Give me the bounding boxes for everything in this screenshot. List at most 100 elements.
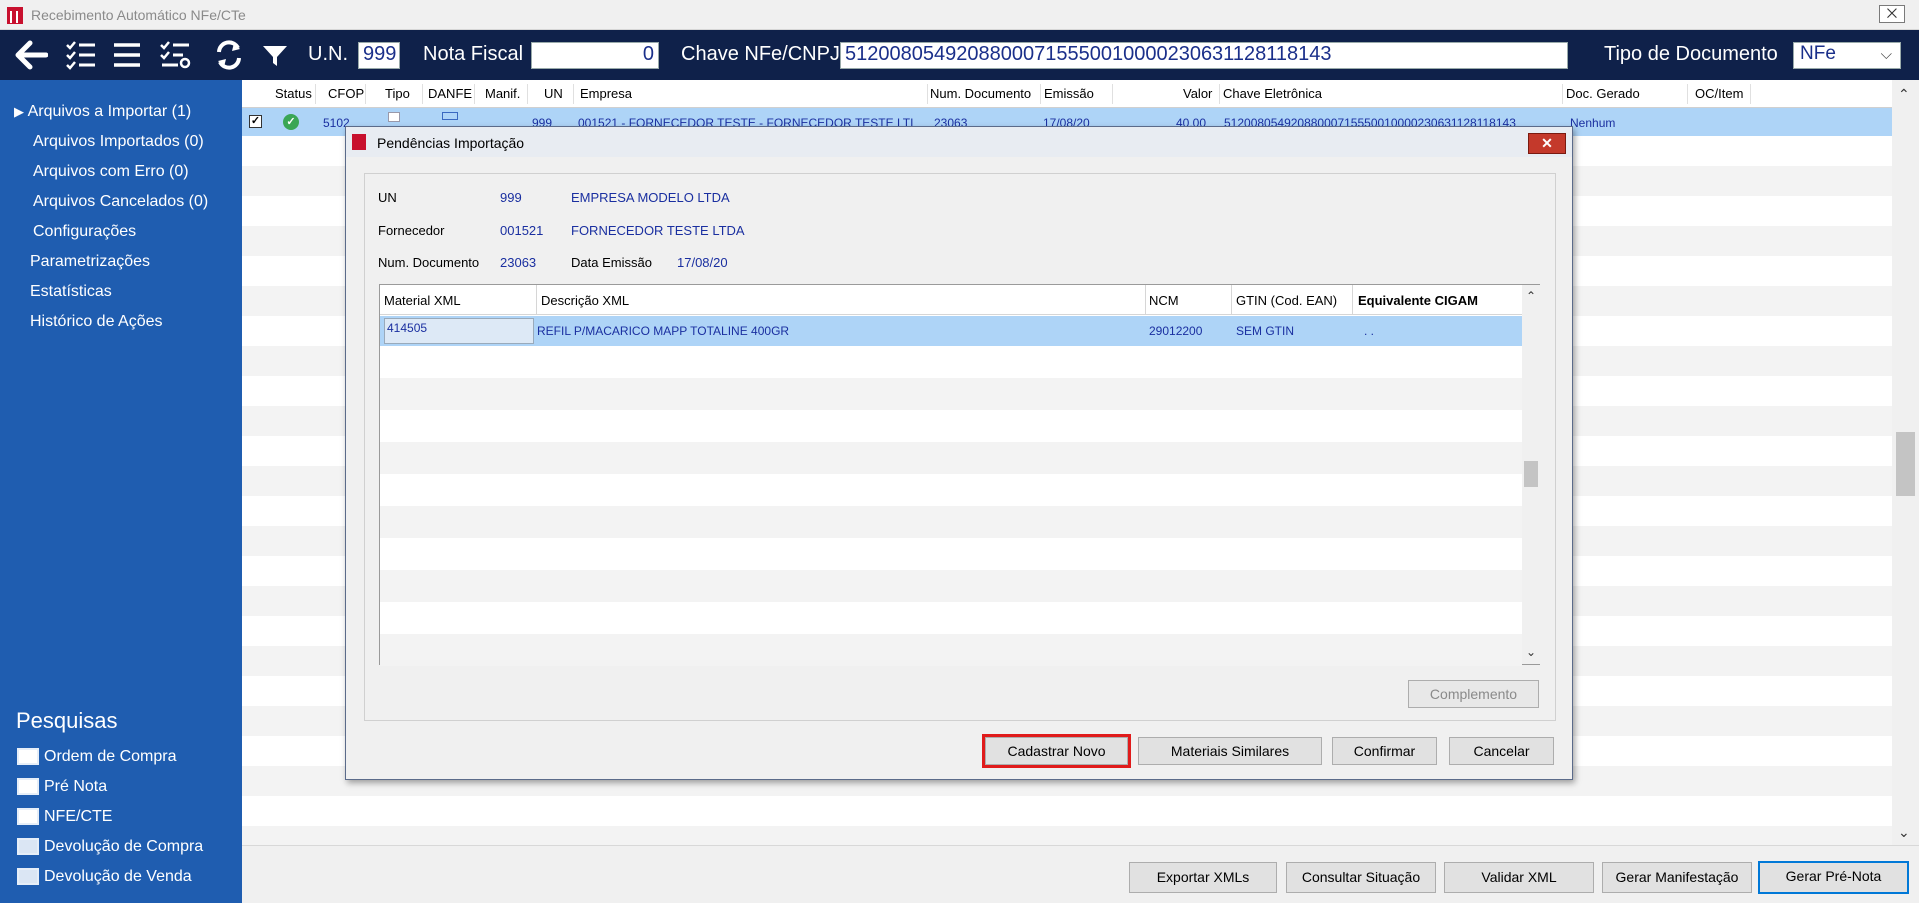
un-input[interactable]: 999 xyxy=(358,42,400,69)
sidebar-item-parametrizacoes[interactable]: Parametrizações xyxy=(30,253,150,271)
col-gtin[interactable]: GTIN (Cod. EAN) xyxy=(1236,293,1337,308)
dialog-logo-icon xyxy=(352,134,366,150)
sidebar-item-historico[interactable]: Histórico de Ações xyxy=(30,313,163,331)
col-status[interactable]: Status xyxy=(275,86,312,101)
exportar-xmls-button[interactable]: Exportar XMLs xyxy=(1129,862,1277,893)
sidebar-item-estatisticas[interactable]: Estatísticas xyxy=(30,283,112,301)
col-ncm[interactable]: NCM xyxy=(1149,293,1179,308)
material-xml-cell-editor[interactable]: 414505 xyxy=(384,318,534,344)
col-num-documento[interactable]: Num. Documento xyxy=(930,86,1031,101)
purchase-order-icon xyxy=(17,748,39,765)
scroll-down-icon[interactable]: ⌄ xyxy=(1898,824,1910,841)
col-emissao[interactable]: Emissão xyxy=(1044,86,1094,101)
menu-icon[interactable] xyxy=(110,38,144,72)
col-descricao-xml[interactable]: Descrição XML xyxy=(541,293,629,308)
consultar-situacao-button[interactable]: Consultar Situação xyxy=(1286,862,1436,893)
printer-icon[interactable] xyxy=(442,112,458,120)
fornecedor-label: Fornecedor xyxy=(378,223,445,238)
filter-icon[interactable] xyxy=(258,38,292,72)
pendencias-dialog: Pendências Importação ✕ UN 999 EMPRESA M… xyxy=(345,126,1573,780)
cancelar-button[interactable]: Cancelar xyxy=(1449,737,1554,765)
material-xml-value: 414505 xyxy=(387,321,428,335)
checklist-icon[interactable] xyxy=(64,38,98,72)
col-valor[interactable]: Valor xyxy=(1183,86,1212,101)
window-close-button[interactable]: ⨉ xyxy=(1879,5,1905,23)
fornecedor-code: 001521 xyxy=(500,223,544,238)
chevron-down-icon: ⌵ xyxy=(1880,46,1892,63)
scrollbar-thumb[interactable] xyxy=(1896,432,1915,496)
chave-label: Chave NFe/CNPJ xyxy=(681,43,840,65)
sidebar-item-configuracoes[interactable]: Configurações xyxy=(33,223,136,241)
confirmar-button[interactable]: Confirmar xyxy=(1332,737,1437,765)
gerar-pre-nota-button[interactable]: Gerar Pré-Nota xyxy=(1758,861,1909,894)
sidebar-item-label: Arquivos a Importar (1) xyxy=(27,103,192,120)
pesquisa-ordem-compra[interactable]: Ordem de Compra xyxy=(44,748,177,766)
fornecedor-name: FORNECEDOR TESTE LTDA xyxy=(571,223,745,238)
gtin-value: SEM GTIN xyxy=(1236,324,1295,338)
bottom-button-bar: Exportar XMLs Consultar Situação Validar… xyxy=(242,845,1919,903)
data-emissao-value: 17/08/20 xyxy=(677,255,728,270)
col-equivalente-cigam[interactable]: Equivalente CIGAM xyxy=(1358,293,1478,308)
filter-list-icon[interactable] xyxy=(158,38,192,72)
pesquisa-devolucao-compra[interactable]: Devolução de Compra xyxy=(44,838,203,856)
col-tipo[interactable]: Tipo xyxy=(385,86,410,101)
col-danfe[interactable]: DANFE xyxy=(428,86,472,101)
row-checkbox[interactable]: ✓ xyxy=(249,115,262,128)
pendencias-grid: Material XML Descrição XML NCM GTIN (Cod… xyxy=(379,284,1540,666)
pesquisa-nfe-cte[interactable]: NFE/CTE xyxy=(44,808,112,826)
sidebar-item-arquivos-erro[interactable]: Arquivos com Erro (0) xyxy=(33,163,189,181)
nota-fiscal-label: Nota Fiscal xyxy=(423,43,524,65)
dialog-close-button[interactable]: ✕ xyxy=(1528,133,1566,154)
grid-header: Status CFOP Tipo DANFE Manif. UN Empresa… xyxy=(242,80,1892,108)
col-material-xml[interactable]: Material XML xyxy=(384,293,461,308)
nfe-cte-icon xyxy=(17,808,39,825)
scroll-down-icon[interactable]: ⌄ xyxy=(1526,645,1536,659)
col-un[interactable]: UN xyxy=(544,86,563,101)
equivalente-cigam-value[interactable]: . . xyxy=(1364,324,1374,338)
col-oc-item[interactable]: OC/Item xyxy=(1695,86,1743,101)
pesquisas-heading: Pesquisas xyxy=(16,708,118,733)
validar-xml-button[interactable]: Validar XML xyxy=(1444,862,1594,893)
col-cfop[interactable]: CFOP xyxy=(328,86,364,101)
un-label: UN xyxy=(378,190,397,205)
status-ok-icon: ✓ xyxy=(283,114,299,130)
chave-input[interactable]: 5120080549208800071555001000023063112811… xyxy=(840,42,1568,69)
back-arrow-icon[interactable] xyxy=(14,38,49,72)
scroll-up-icon[interactable]: ⌃ xyxy=(1526,289,1536,303)
col-empresa[interactable]: Empresa xyxy=(580,86,632,101)
pendencia-row[interactable]: 414505 REFIL P/MACARICO MAPP TOTALINE 40… xyxy=(380,316,1522,346)
sidebar-item-arquivos-importados[interactable]: Arquivos Importados (0) xyxy=(33,133,204,151)
scroll-up-icon[interactable]: ⌃ xyxy=(1898,86,1910,103)
col-manif[interactable]: Manif. xyxy=(485,86,520,101)
sidebar-item-arquivos-importar[interactable]: ▶ Arquivos a Importar (1) xyxy=(14,103,191,121)
gerar-manifestacao-button[interactable]: Gerar Manifestação xyxy=(1602,862,1752,893)
col-chave[interactable]: Chave Eletrônica xyxy=(1223,86,1322,101)
data-emissao-label: Data Emissão xyxy=(571,255,652,270)
materiais-similares-button[interactable]: Materiais Similares xyxy=(1138,737,1322,765)
tipo-documento-value: NFe xyxy=(1800,43,1836,64)
complemento-button[interactable]: Complemento xyxy=(1408,680,1539,708)
pendencias-grid-header: Material XML Descrição XML NCM GTIN (Cod… xyxy=(380,285,1522,315)
scrollbar-thumb[interactable] xyxy=(1524,461,1538,487)
window-title: Recebimento Automático NFe/CTe xyxy=(31,7,246,23)
refresh-icon[interactable] xyxy=(212,38,246,72)
document-icon[interactable] xyxy=(388,112,400,122)
pesquisa-pre-nota[interactable]: Pré Nota xyxy=(44,778,107,796)
un-code: 999 xyxy=(500,190,522,205)
pendencias-scrollbar[interactable]: ⌃ ⌄ xyxy=(1522,285,1540,664)
col-doc-gerado[interactable]: Doc. Gerado xyxy=(1566,86,1640,101)
dialog-titlebar: Pendências Importação ✕ xyxy=(346,127,1572,157)
main-scrollbar[interactable]: ⌃ ⌄ xyxy=(1892,80,1919,845)
nota-fiscal-input[interactable]: 0 xyxy=(531,42,659,69)
num-documento-value: 23063 xyxy=(500,255,537,270)
descricao-xml-value: REFIL P/MACARICO MAPP TOTALINE 400GR xyxy=(537,324,790,338)
highlight-box xyxy=(982,734,1131,768)
devolucao-compra-icon xyxy=(17,838,39,855)
devolucao-venda-icon xyxy=(17,868,39,885)
tipo-documento-label: Tipo de Documento xyxy=(1604,43,1778,65)
un-label: U.N. xyxy=(308,43,348,65)
sidebar-item-arquivos-cancelados[interactable]: Arquivos Cancelados (0) xyxy=(33,193,208,211)
tipo-documento-select[interactable]: NFe ⌵ xyxy=(1793,42,1901,69)
triangle-right-icon: ▶ xyxy=(14,104,24,119)
pesquisa-devolucao-venda[interactable]: Devolução de Venda xyxy=(44,868,192,886)
